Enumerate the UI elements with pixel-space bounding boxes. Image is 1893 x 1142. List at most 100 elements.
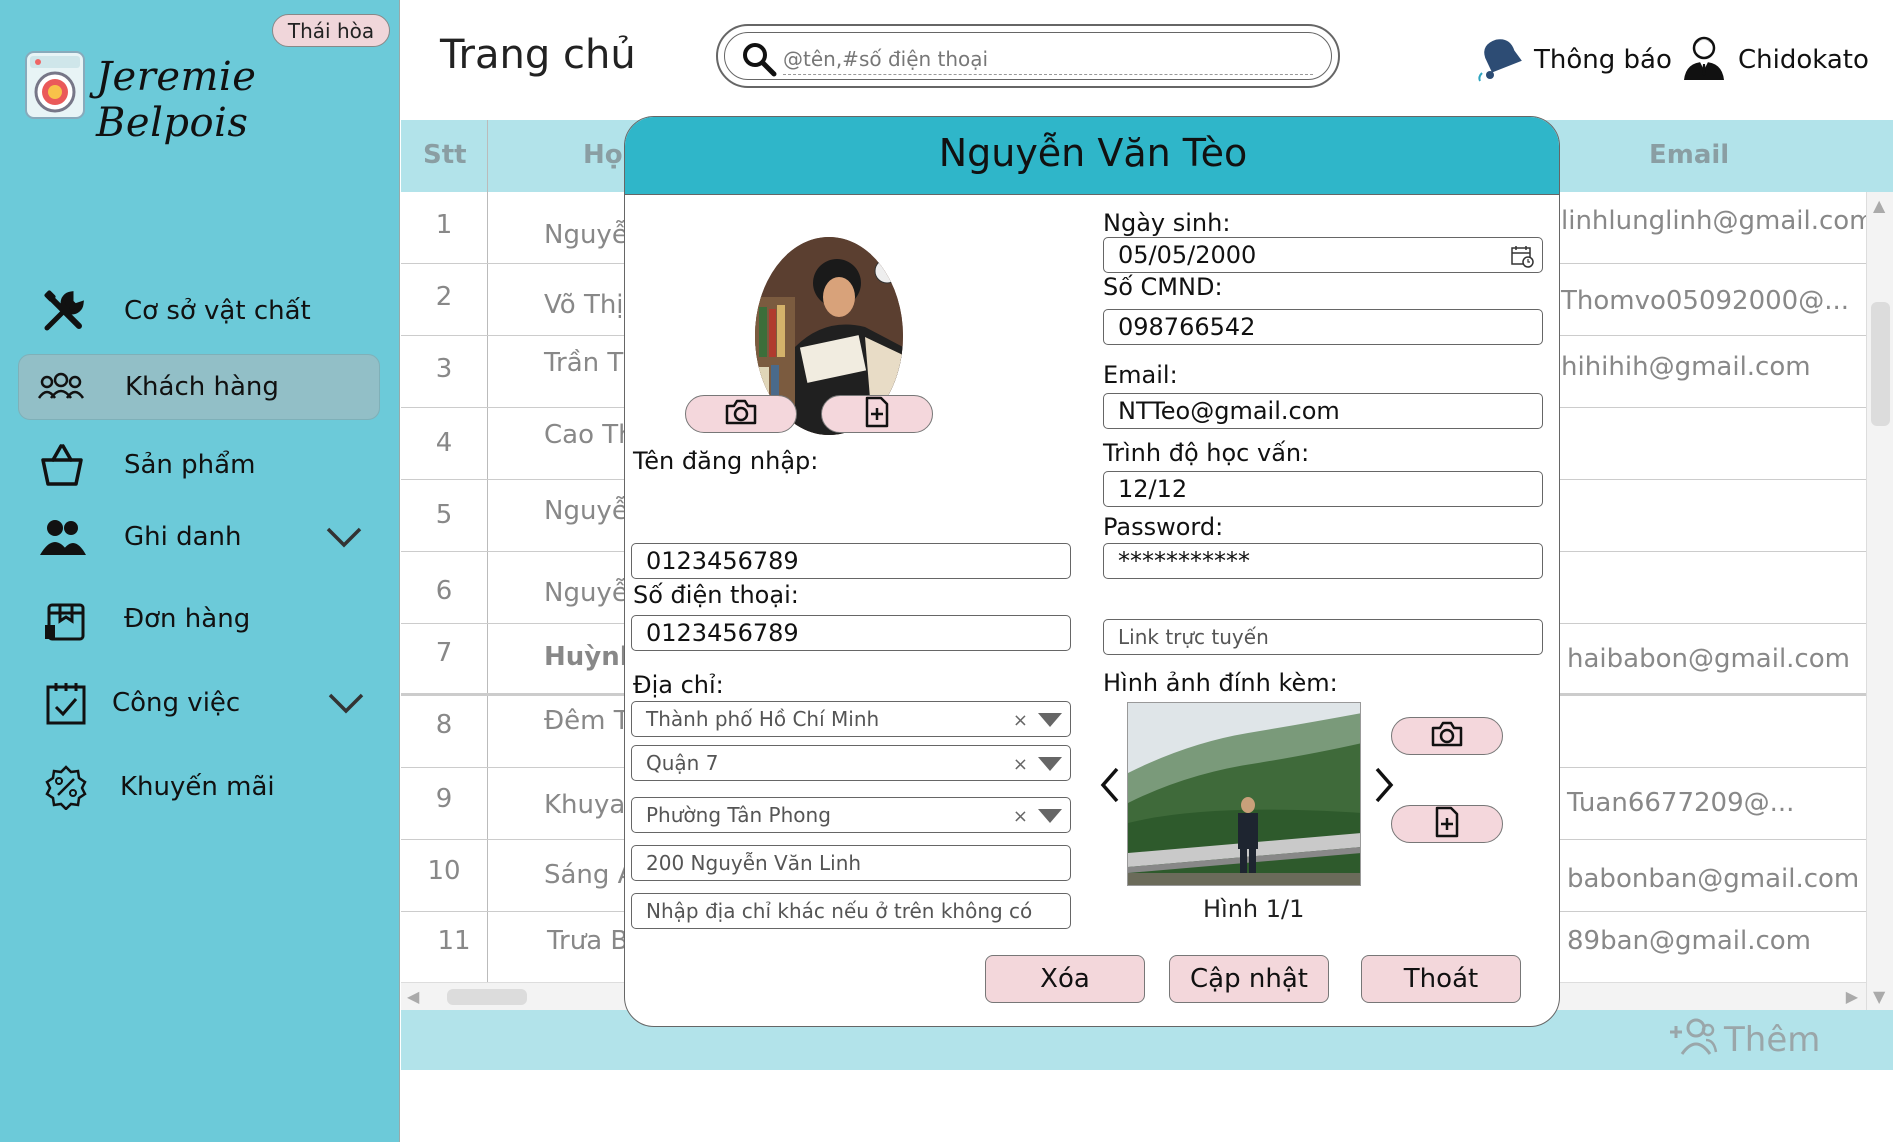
dropdown-arrow-icon[interactable] <box>1038 809 1062 823</box>
sidebar: Thái hòa Jeremie Belpois Cơ sở vật chất … <box>0 0 400 1142</box>
take-photo-button[interactable] <box>685 395 797 433</box>
cell-name: Sáng A <box>544 860 636 890</box>
cell-email: haibabon@gmail.com <box>1567 644 1850 674</box>
previous-image-icon[interactable] <box>1095 765 1125 805</box>
column-header-name[interactable]: Họ <box>583 140 623 170</box>
phone-field[interactable]: 0123456789 <box>631 615 1071 651</box>
cell-email: Thomvo05092000@... <box>1561 286 1850 316</box>
ward-value: Phường Tân Phong <box>646 803 831 827</box>
brand-name: Jeremie Belpois <box>96 54 257 146</box>
cell-email: Tuan6677209@... <box>1567 788 1795 818</box>
user-avatar-icon <box>1680 34 1728 86</box>
vertical-scrollbar[interactable]: ▲ ▼ <box>1866 192 1893 1010</box>
search-icon[interactable] <box>741 41 777 77</box>
search-bar[interactable] <box>716 24 1340 88</box>
scroll-right-icon[interactable]: ▶ <box>1846 987 1858 1006</box>
search-input[interactable] <box>783 43 1313 75</box>
sidebar-item-enrollment[interactable]: Ghi danh <box>18 504 380 570</box>
sidebar-item-label: Khách hàng <box>125 372 279 402</box>
education-label: Trình độ học vấn: <box>1103 439 1310 467</box>
delete-button[interactable]: Xóa <box>985 955 1145 1003</box>
dob-value: 05/05/2000 <box>1118 241 1257 269</box>
notifications-label: Thông báo <box>1534 45 1672 75</box>
scrollbar-thumb[interactable] <box>1871 302 1890 426</box>
cell-stt: 10 <box>427 856 461 886</box>
id-number-label: Số CMND: <box>1103 273 1223 301</box>
dropdown-arrow-icon[interactable] <box>1038 713 1062 727</box>
attachments-label: Hình ảnh đính kèm: <box>1103 669 1338 697</box>
notifications-button[interactable]: Thông báo <box>1476 36 1672 84</box>
cell-name: Khuya <box>544 790 626 820</box>
page-title: Trang chủ <box>440 32 636 78</box>
upload-attachment-button[interactable] <box>1391 805 1503 843</box>
sidebar-item-orders[interactable]: Đơn hàng <box>18 586 380 652</box>
cell-stt: 4 <box>435 428 453 458</box>
sidebar-item-promotions[interactable]: Khuyến mãi <box>18 754 380 820</box>
street-field[interactable]: 200 Nguyễn Văn Linh <box>631 845 1071 881</box>
add-label: Thêm <box>1724 1020 1821 1060</box>
clear-icon[interactable]: × <box>1013 806 1028 827</box>
washing-machine-logo-icon <box>24 50 86 120</box>
add-user-icon <box>1668 1016 1718 1065</box>
city-select[interactable]: Thành phố Hồ Chí Minh × <box>631 701 1071 737</box>
next-image-icon[interactable] <box>1369 765 1399 805</box>
sidebar-item-label: Sản phẩm <box>124 450 256 480</box>
dob-field[interactable]: 05/05/2000 <box>1103 237 1543 273</box>
clear-icon[interactable]: × <box>1013 710 1028 731</box>
capture-attachment-button[interactable] <box>1391 717 1503 755</box>
scroll-up-icon[interactable]: ▲ <box>1873 196 1885 215</box>
calendar-icon[interactable] <box>1510 244 1534 268</box>
username-field[interactable]: 0123456789 <box>631 543 1071 579</box>
sidebar-item-label: Ghi danh <box>124 522 242 552</box>
email-field[interactable]: NTTeo@gmail.com <box>1103 393 1543 429</box>
cell-stt: 8 <box>435 710 453 740</box>
basket-icon <box>38 441 86 489</box>
package-icon <box>42 595 90 643</box>
scrollbar-thumb[interactable] <box>447 989 527 1005</box>
dropdown-arrow-icon[interactable] <box>1038 757 1062 771</box>
username-label: Tên đăng nhập: <box>633 447 819 475</box>
district-select[interactable]: Quận 7 × <box>631 745 1071 781</box>
cell-stt: 1 <box>435 210 453 240</box>
add-customer-button[interactable]: Thêm <box>1668 1014 1820 1066</box>
scroll-left-icon[interactable]: ◀ <box>407 987 419 1006</box>
ward-select[interactable]: Phường Tân Phong × <box>631 797 1071 833</box>
sidebar-item-label: Công việc <box>112 688 241 718</box>
sidebar-item-customers[interactable]: Khách hàng <box>18 354 380 420</box>
upload-photo-button[interactable] <box>821 395 933 433</box>
sidebar-item-products[interactable]: Sản phẩm <box>18 432 380 498</box>
image-counter: Hình 1/1 <box>1203 895 1305 923</box>
cell-stt: 2 <box>435 282 453 312</box>
id-number-field[interactable]: 098766542 <box>1103 309 1543 345</box>
cell-email: babonban@gmail.com <box>1567 864 1860 894</box>
cell-name: Cao Th <box>544 420 635 450</box>
email-label: Email: <box>1103 361 1178 389</box>
sidebar-item-tasks[interactable]: Công việc <box>18 670 380 736</box>
tools-icon <box>40 287 88 335</box>
camera-icon <box>1430 720 1464 752</box>
clear-icon[interactable]: × <box>1013 754 1028 775</box>
cell-stt: 5 <box>435 500 453 530</box>
address-label: Địa chỉ: <box>633 671 724 699</box>
bell-icon <box>1476 33 1526 87</box>
sidebar-item-facilities[interactable]: Cơ sở vật chất <box>18 278 380 344</box>
chevron-down-icon[interactable] <box>324 517 364 557</box>
add-file-icon <box>863 396 891 432</box>
chevron-down-icon[interactable] <box>326 683 366 723</box>
attached-image <box>1127 702 1361 886</box>
education-field[interactable]: 12/12 <box>1103 471 1543 507</box>
update-button[interactable]: Cập nhật <box>1169 955 1329 1003</box>
camera-icon <box>724 398 758 430</box>
user-menu[interactable]: Chidokato <box>1680 36 1869 84</box>
branch-badge[interactable]: Thái hòa <box>272 14 390 47</box>
other-address-field[interactable]: Nhập địa chỉ khác nếu ở trên không có <box>631 893 1071 929</box>
online-link-field[interactable]: Link trực tuyến <box>1103 619 1543 655</box>
password-field[interactable]: *********** <box>1103 543 1543 579</box>
column-header-stt[interactable]: Stt <box>423 140 467 170</box>
cell-email: 89ban@gmail.com <box>1567 926 1812 956</box>
column-header-email[interactable]: Email <box>1649 140 1729 170</box>
cell-name: Võ Thị <box>544 290 624 320</box>
cell-name: Đêm T <box>544 706 630 736</box>
scroll-down-icon[interactable]: ▼ <box>1873 987 1885 1006</box>
exit-button[interactable]: Thoát <box>1361 955 1521 1003</box>
